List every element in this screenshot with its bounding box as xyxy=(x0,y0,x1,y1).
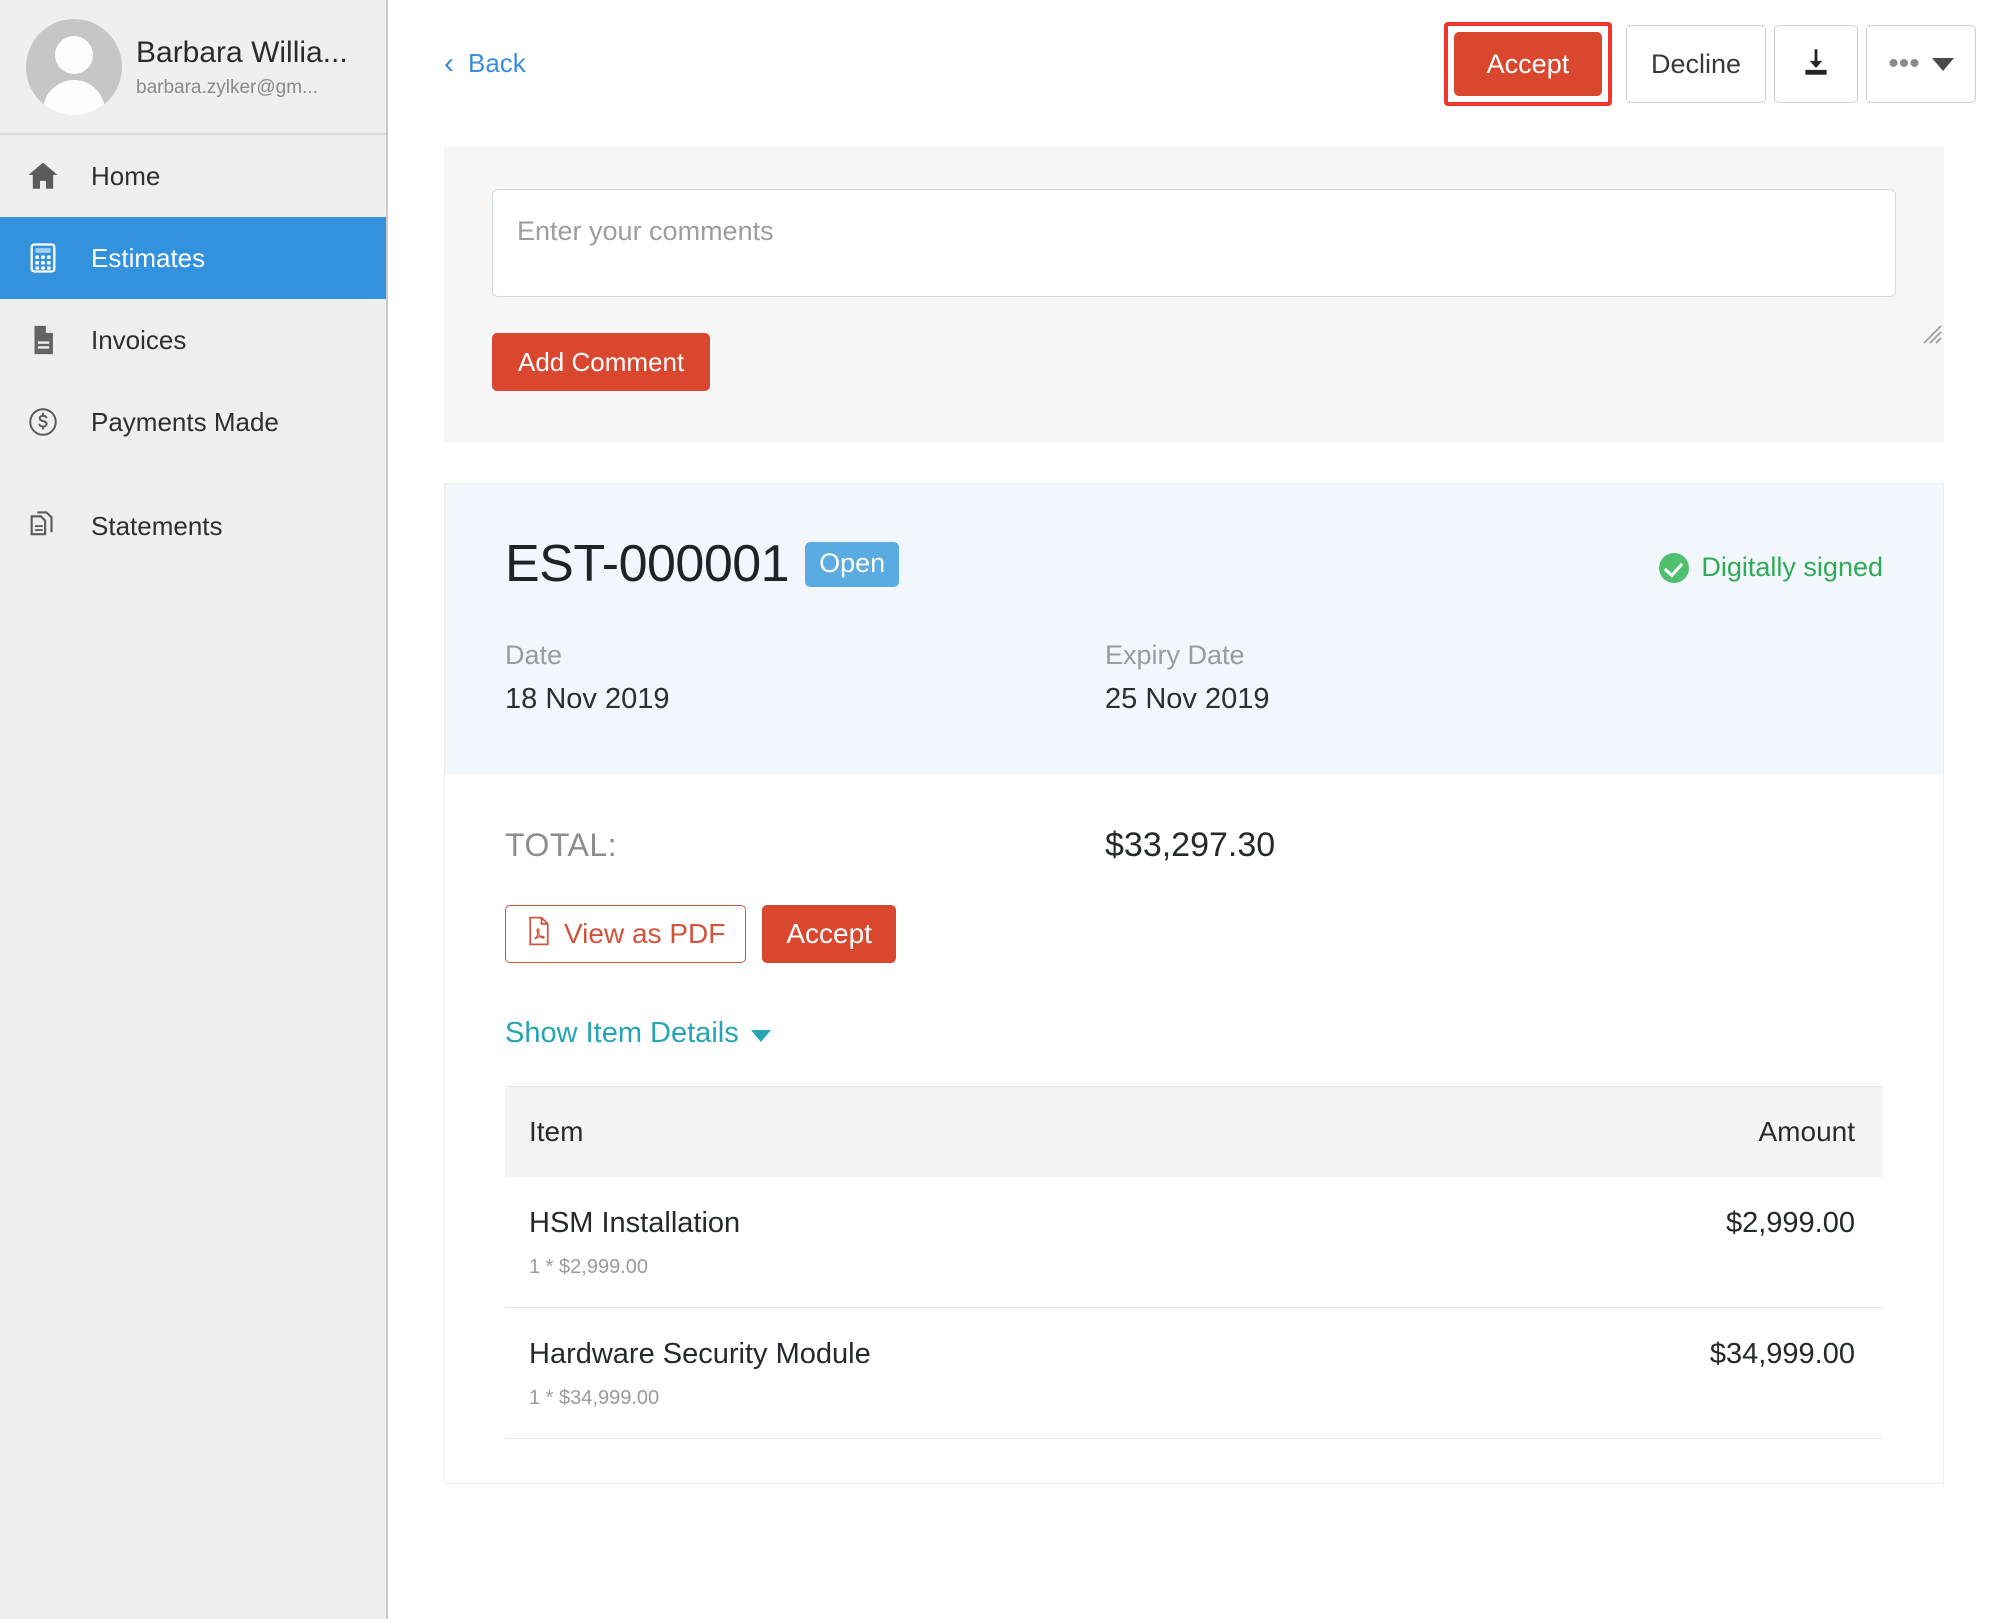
card-bottom-spacer xyxy=(505,1439,1883,1483)
sidebar-item-label: Payments Made xyxy=(91,406,279,437)
digitally-signed-label: Digitally signed xyxy=(1701,552,1883,582)
comment-input[interactable] xyxy=(492,189,1896,297)
view-as-pdf-button[interactable]: View as PDF xyxy=(505,905,747,963)
accept-button-highlight: Accept xyxy=(1443,22,1612,106)
total-value: $33,297.30 xyxy=(1105,826,1276,864)
estimate-card: EST-000001 Open Digitally signed Date 18… xyxy=(444,483,1944,1484)
sidebar-item-invoices[interactable]: Invoices xyxy=(0,299,386,381)
sidebar-item-estimates[interactable]: Estimates xyxy=(0,217,386,299)
more-actions-button[interactable]: ••• xyxy=(1866,25,1976,103)
sidebar: Barbara Willia... barbara.zylker@gm... H… xyxy=(0,0,388,1619)
calculator-icon xyxy=(26,241,72,275)
home-icon xyxy=(26,159,72,193)
profile-header: Barbara Willia... barbara.zylker@gm... xyxy=(0,0,386,135)
expiry-date-label: Expiry Date xyxy=(1105,640,1245,670)
show-item-details-label: Show Item Details xyxy=(505,1017,739,1049)
table-row: HSM Installation $2,999.00 1 * $2,999.00 xyxy=(505,1177,1883,1308)
document-icon xyxy=(26,323,72,357)
app-root: Barbara Willia... barbara.zylker@gm... H… xyxy=(0,0,2000,1619)
expiry-date-value: 25 Nov 2019 xyxy=(1105,683,1270,715)
item-name: Hardware Security Module xyxy=(529,1338,871,1370)
estimate-actions: View as PDF Accept xyxy=(505,905,1883,963)
sidebar-nav: Home Estimates Invoices Payments Made St… xyxy=(0,135,386,567)
item-quantity-rate: 1 * $34,999.00 xyxy=(529,1387,660,1409)
digitally-signed-badge: Digitally signed xyxy=(1659,552,1883,583)
accept-estimate-button[interactable]: Accept xyxy=(762,905,896,963)
view-as-pdf-label: View as PDF xyxy=(564,918,726,949)
profile-name: Barbara Willia... xyxy=(136,35,348,69)
sidebar-item-payments-made[interactable]: Payments Made xyxy=(0,381,386,463)
show-item-details-toggle[interactable]: Show Item Details xyxy=(505,1017,771,1050)
ellipsis-icon: ••• xyxy=(1888,47,1920,80)
decline-button[interactable]: Decline xyxy=(1625,25,1766,103)
documents-stack-icon xyxy=(26,509,72,543)
item-amount: $2,999.00 xyxy=(1725,1207,1855,1239)
pdf-file-icon xyxy=(526,916,552,953)
chevron-down-icon xyxy=(1931,57,1954,71)
chevron-down-icon xyxy=(750,1029,771,1042)
download-button[interactable] xyxy=(1774,25,1858,103)
table-row: Hardware Security Module $34,999.00 1 * … xyxy=(505,1308,1883,1439)
item-amount: $34,999.00 xyxy=(1709,1338,1855,1370)
chevron-left-icon: ‹ xyxy=(444,46,454,80)
sidebar-item-label: Invoices xyxy=(91,324,187,355)
total-row: TOTAL: $33,297.30 xyxy=(505,774,1883,865)
profile-email: barbara.zylker@gm... xyxy=(136,77,318,99)
estimate-number: EST-000001 xyxy=(505,535,790,593)
main-content: ‹ Back Accept Decline ••• Enter your com… xyxy=(388,0,2000,1619)
estimate-header: EST-000001 Open Digitally signed Date 18… xyxy=(445,484,1943,774)
sidebar-item-label: Estimates xyxy=(91,242,206,273)
date-label: Date xyxy=(505,640,563,670)
check-circle-icon xyxy=(1659,552,1690,583)
add-comment-button[interactable]: Add Comment xyxy=(492,333,711,391)
expiry-date-block: Expiry Date 25 Nov 2019 xyxy=(1105,640,1705,716)
sidebar-item-home[interactable]: Home xyxy=(0,135,386,217)
back-label: Back xyxy=(468,48,526,78)
column-header-amount: Amount xyxy=(1758,1116,1856,1147)
toolbar-actions: Accept Decline ••• xyxy=(1443,22,1976,106)
status-badge: Open xyxy=(805,541,900,587)
estimate-dates: Date 18 Nov 2019 Expiry Date 25 Nov 2019 xyxy=(505,640,1883,716)
avatar xyxy=(26,18,122,115)
dollar-circle-icon xyxy=(26,405,72,439)
download-icon xyxy=(1799,45,1833,84)
accept-button[interactable]: Accept xyxy=(1453,32,1602,96)
items-table-header: Item Amount xyxy=(505,1087,1883,1177)
item-quantity-rate: 1 * $2,999.00 xyxy=(529,1256,648,1278)
total-label: TOTAL: xyxy=(505,827,618,863)
date-block: Date 18 Nov 2019 xyxy=(505,640,1105,716)
back-link[interactable]: ‹ Back xyxy=(444,48,526,79)
resize-handle-icon[interactable] xyxy=(1920,322,1942,344)
column-header-item: Item xyxy=(529,1116,584,1147)
item-name: HSM Installation xyxy=(529,1207,741,1239)
items-table: Item Amount HSM Installation $2,999.00 1… xyxy=(505,1086,1883,1439)
date-value: 18 Nov 2019 xyxy=(505,683,670,715)
sidebar-item-statements[interactable]: Statements xyxy=(0,485,386,567)
sidebar-item-label: Statements xyxy=(91,510,223,541)
top-toolbar: ‹ Back Accept Decline ••• xyxy=(388,0,2000,124)
sidebar-item-label: Home xyxy=(91,160,161,191)
comment-panel: Add Comment xyxy=(444,147,1944,443)
estimate-body: TOTAL: $33,297.30 View as PDF Accept Sho… xyxy=(445,774,1943,1483)
